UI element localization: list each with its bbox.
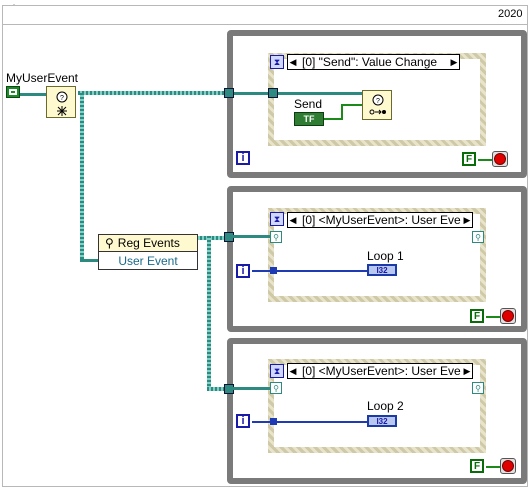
create-user-event-icon: ? <box>56 91 68 116</box>
loop1-indicator[interactable]: I32 <box>367 264 397 276</box>
diagram-tab-strip <box>2 5 528 25</box>
next-case-icon: ▶ <box>450 56 458 67</box>
event-wire-mid-inner <box>233 235 271 238</box>
timeout-icon: ⧗ <box>270 55 284 69</box>
bool-wire-2 <box>341 104 343 120</box>
generate-user-event-node[interactable]: ? <box>362 90 392 120</box>
stop-terminal-mid[interactable] <box>500 308 516 324</box>
reg-wire-down <box>207 236 211 389</box>
refnum-wire <box>20 93 46 96</box>
event-case-selector-top[interactable]: ◀ [0] "Send": Value Change ▶ <box>287 54 460 70</box>
timeout-icon: ⧗ <box>270 364 284 378</box>
year-label: 2020 <box>498 8 523 20</box>
stop-wire-top <box>478 159 492 161</box>
next-case-icon: ▶ <box>463 365 471 376</box>
dynamic-event-terminal-left-bot: ⚲ <box>270 382 282 394</box>
indicator-label-bot: Loop 2 <box>367 399 404 413</box>
stop-false-const-mid: F <box>470 309 484 323</box>
reg-events-node[interactable]: ⚲ Reg Events User Event <box>98 234 198 270</box>
dynamic-event-terminal-left-mid: ⚲ <box>270 231 282 243</box>
prev-case-icon: ◀ <box>289 365 297 376</box>
reg-events-icon: ⚲ <box>105 236 114 250</box>
stop-terminal-bot[interactable] <box>500 458 516 474</box>
terminal-label: MyUserEvent <box>6 71 79 85</box>
dynamic-event-terminal-right-bot: ⚲ <box>472 382 484 394</box>
iteration-terminal-top: i <box>236 151 250 165</box>
loop2-indicator[interactable]: I32 <box>367 415 397 427</box>
event-case-label-bot: [0] <MyUserEvent>: User Eve <box>302 364 461 378</box>
generate-user-event-icon: ? <box>369 94 386 115</box>
iteration-terminal-bot: i <box>236 414 250 428</box>
svg-text:?: ? <box>376 98 380 105</box>
event-case-label-mid: [0] <MyUserEvent>: User Eve <box>302 213 461 227</box>
stop-false-const-top: F <box>462 152 476 166</box>
event-case-selector-bot[interactable]: ◀ [0] <MyUserEvent>: User Eve ▶ <box>287 363 473 379</box>
event-case-selector-mid[interactable]: ◀ [0] <MyUserEvent>: User Eve ▶ <box>287 212 473 228</box>
stop-wire-bot <box>486 466 500 468</box>
numeric-tunnel-mid <box>270 267 277 274</box>
event-wire-top-inner <box>232 92 377 95</box>
send-label: Send <box>294 97 323 111</box>
tunnel-top-event <box>268 88 278 98</box>
next-case-icon: ▶ <box>463 214 471 225</box>
indicator-label-mid: Loop 1 <box>367 249 404 263</box>
tunnel-top-left <box>224 88 234 98</box>
stop-false-const-bot: F <box>470 459 484 473</box>
prev-case-icon: ◀ <box>289 214 297 225</box>
stop-terminal-top[interactable] <box>492 151 508 167</box>
bool-wire-1 <box>324 118 342 120</box>
bool-wire-3 <box>341 104 363 106</box>
numeric-tunnel-bot <box>270 418 277 425</box>
event-wire-bot-inner <box>233 387 271 390</box>
reg-events-title: Reg Events <box>117 236 180 250</box>
user-event-wire-down <box>80 93 84 261</box>
reg-events-input: User Event <box>118 254 178 268</box>
event-case-label-top: [0] "Send": Value Change <box>302 55 438 69</box>
timeout-icon: ⧗ <box>270 212 284 226</box>
user-event-terminal[interactable] <box>6 86 20 98</box>
svg-text:?: ? <box>60 95 64 102</box>
iteration-terminal-mid: i <box>236 264 250 278</box>
create-user-event-node[interactable]: ? <box>46 86 76 118</box>
stop-wire-mid <box>486 316 500 318</box>
user-event-wire-reg <box>80 259 100 262</box>
prev-case-icon: ◀ <box>289 56 297 67</box>
dynamic-event-terminal-right-mid: ⚲ <box>472 231 484 243</box>
send-control[interactable]: TF <box>294 112 324 126</box>
